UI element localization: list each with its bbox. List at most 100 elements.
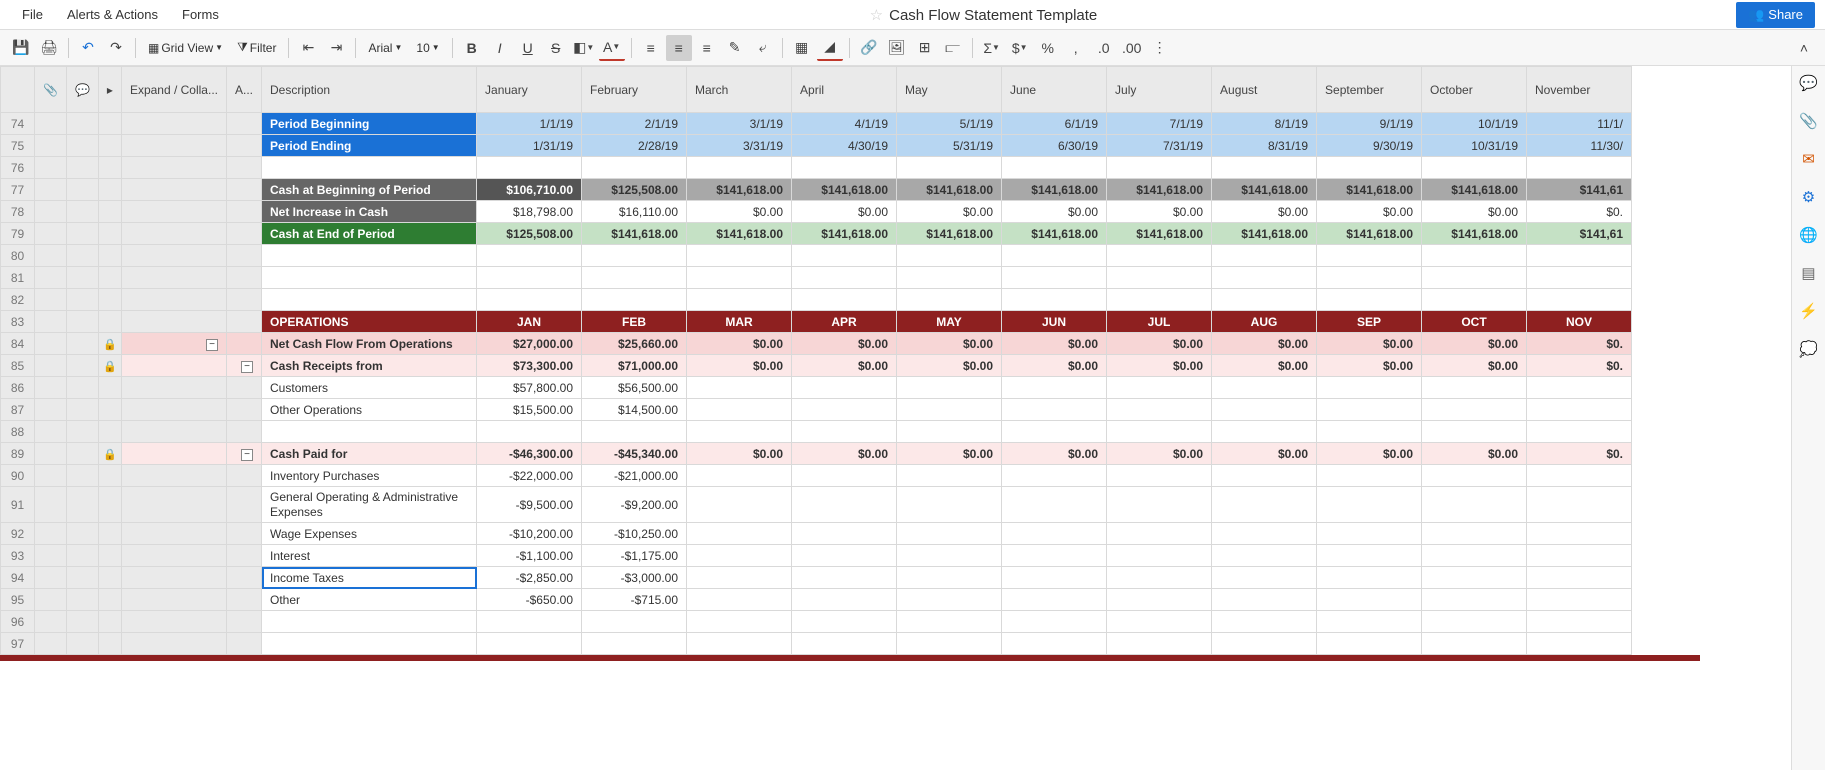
att-cell[interactable] [227, 289, 262, 311]
data-cell[interactable]: 10/1/19 [1422, 113, 1527, 135]
col-rowaction[interactable]: ▸ [98, 67, 121, 113]
proof-icon[interactable]: ✉ [1800, 150, 1818, 168]
data-cell[interactable] [1002, 633, 1107, 655]
collapse-toggle-icon[interactable]: − [241, 449, 253, 461]
data-cell[interactable] [1107, 157, 1212, 179]
data-cell[interactable]: $141,61 [1527, 179, 1632, 201]
row-num[interactable]: 81 [1, 267, 35, 289]
data-cell[interactable]: $73,300.00 [477, 355, 582, 377]
data-cell[interactable]: $0.00 [1002, 201, 1107, 223]
row-lock-cell[interactable] [98, 157, 121, 179]
data-cell[interactable] [687, 487, 792, 523]
data-cell[interactable]: 1/1/19 [477, 113, 582, 135]
data-cell[interactable] [792, 157, 897, 179]
data-cell[interactable] [687, 157, 792, 179]
data-cell[interactable] [1527, 245, 1632, 267]
align-left-icon[interactable]: ≡ [638, 35, 664, 61]
data-cell[interactable] [477, 157, 582, 179]
col-description[interactable]: Description [262, 67, 477, 113]
row-attach-cell[interactable] [35, 589, 67, 611]
row-lock-cell[interactable] [98, 135, 121, 157]
data-cell[interactable] [1107, 267, 1212, 289]
data-cell[interactable] [1527, 589, 1632, 611]
data-cell[interactable] [1422, 157, 1527, 179]
section-header-month[interactable]: JAN [477, 311, 582, 333]
row-attach-cell[interactable] [35, 355, 67, 377]
data-cell[interactable]: $0.00 [1422, 201, 1527, 223]
settings-icon[interactable]: ⚙ [1800, 188, 1818, 206]
expand-cell[interactable] [121, 289, 226, 311]
row-attach-cell[interactable] [35, 311, 67, 333]
row-num[interactable]: 90 [1, 465, 35, 487]
data-cell[interactable]: $0.00 [687, 333, 792, 355]
row-num[interactable]: 93 [1, 545, 35, 567]
data-cell[interactable]: 2/28/19 [582, 135, 687, 157]
att-cell[interactable] [227, 633, 262, 655]
section-header-month[interactable]: AUG [1212, 311, 1317, 333]
att-cell[interactable] [227, 523, 262, 545]
data-cell[interactable]: 1/31/19 [477, 135, 582, 157]
automation-icon[interactable]: ⚡ [1800, 302, 1818, 320]
row-comment-cell[interactable] [66, 465, 98, 487]
data-cell[interactable]: $0.00 [1422, 355, 1527, 377]
cell-desc[interactable] [262, 157, 477, 179]
att-cell[interactable] [227, 135, 262, 157]
data-cell[interactable] [1527, 399, 1632, 421]
row-comment-cell[interactable] [66, 523, 98, 545]
data-cell[interactable] [687, 611, 792, 633]
data-cell[interactable] [792, 289, 897, 311]
row-attach-cell[interactable] [35, 157, 67, 179]
section-header-month[interactable]: FEB [582, 311, 687, 333]
expand-cell[interactable] [121, 311, 226, 333]
row-comment-cell[interactable] [66, 135, 98, 157]
data-cell[interactable] [687, 633, 792, 655]
data-cell[interactable] [1107, 633, 1212, 655]
data-cell[interactable] [1422, 289, 1527, 311]
data-cell[interactable] [1317, 377, 1422, 399]
data-cell[interactable]: $141,618.00 [1317, 223, 1422, 245]
image-icon[interactable]: 🖼 [884, 35, 910, 61]
data-cell[interactable]: 10/31/19 [1422, 135, 1527, 157]
data-cell[interactable]: $0. [1527, 355, 1632, 377]
expand-cell[interactable] [121, 611, 226, 633]
data-cell[interactable] [897, 545, 1002, 567]
row-label[interactable]: Net Increase in Cash [262, 201, 477, 223]
data-cell[interactable] [792, 421, 897, 443]
row-lock-cell[interactable] [98, 633, 121, 655]
data-cell[interactable] [897, 399, 1002, 421]
data-cell[interactable]: $0.00 [792, 333, 897, 355]
expand-cell[interactable] [121, 201, 226, 223]
data-cell[interactable]: 5/1/19 [897, 113, 1002, 135]
row-lock-cell[interactable] [98, 377, 121, 399]
row-lock-cell[interactable] [98, 245, 121, 267]
attachments-icon[interactable]: 📎 [1800, 112, 1818, 130]
row-comment-cell[interactable] [66, 421, 98, 443]
data-cell[interactable] [792, 567, 897, 589]
bold-icon[interactable]: B [459, 35, 485, 61]
data-cell[interactable] [1317, 523, 1422, 545]
row-lock-cell[interactable] [98, 267, 121, 289]
data-cell[interactable]: $18,798.00 [477, 201, 582, 223]
row-num[interactable]: 78 [1, 201, 35, 223]
expand-cell[interactable] [121, 355, 226, 377]
data-cell[interactable] [687, 267, 792, 289]
dec-dec-icon[interactable]: .00 [1119, 35, 1145, 61]
expand-cell[interactable] [121, 267, 226, 289]
data-cell[interactable] [477, 245, 582, 267]
data-cell[interactable] [1002, 157, 1107, 179]
data-cell[interactable] [582, 267, 687, 289]
data-cell[interactable] [582, 611, 687, 633]
att-cell[interactable] [227, 157, 262, 179]
sum-icon[interactable]: Σ▼ [979, 35, 1005, 61]
data-cell[interactable] [792, 633, 897, 655]
row-comment-cell[interactable] [66, 289, 98, 311]
row-attach-cell[interactable] [35, 523, 67, 545]
row-attach-cell[interactable] [35, 633, 67, 655]
expand-cell[interactable] [121, 377, 226, 399]
data-cell[interactable] [687, 377, 792, 399]
data-cell[interactable]: $0. [1527, 333, 1632, 355]
data-cell[interactable] [1422, 399, 1527, 421]
row-num[interactable]: 95 [1, 589, 35, 611]
col-att[interactable]: A... [227, 67, 262, 113]
att-cell[interactable] [227, 267, 262, 289]
